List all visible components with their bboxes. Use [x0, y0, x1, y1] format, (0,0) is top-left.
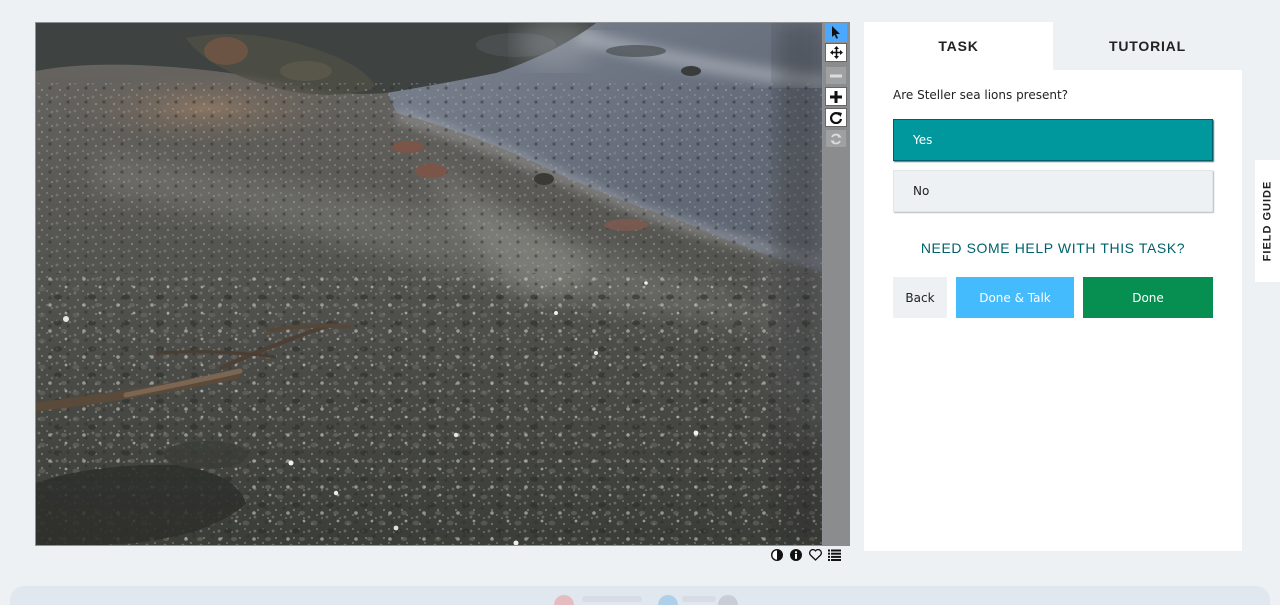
project-logo — [554, 595, 738, 605]
annotate-tool-button[interactable] — [825, 23, 847, 42]
answer-label: No — [913, 184, 930, 198]
subject-meta-bar — [770, 548, 841, 562]
answer-no-button[interactable]: No — [893, 170, 1213, 212]
subject-image[interactable] — [36, 23, 823, 546]
help-link[interactable]: NEED SOME HELP WITH THIS TASK? — [864, 240, 1242, 256]
rotate-icon — [830, 111, 842, 124]
tab-task[interactable]: TASK — [864, 22, 1053, 70]
pointer-icon — [832, 26, 840, 39]
field-guide-label: FIELD GUIDE — [1261, 180, 1274, 262]
reset-tool-button[interactable] — [825, 129, 847, 148]
zoom-out-tool-button[interactable] — [825, 66, 847, 85]
rotate-tool-button[interactable] — [825, 108, 847, 127]
collections-icon[interactable] — [827, 548, 841, 562]
favorite-icon[interactable] — [808, 548, 822, 562]
answer-label: Yes — [913, 133, 933, 147]
done-button[interactable]: Done — [1083, 277, 1213, 318]
tab-tutorial[interactable]: TUTORIAL — [1053, 22, 1242, 70]
zoom-in-tool-button[interactable] — [825, 87, 847, 106]
field-guide-button[interactable]: FIELD GUIDE — [1255, 160, 1280, 282]
reset-icon — [830, 133, 842, 144]
task-tabs: TASK TUTORIAL — [864, 22, 1242, 70]
zoom-out-icon — [830, 74, 842, 77]
task-panel: TASK TUTORIAL Are Steller sea lions pres… — [864, 22, 1242, 551]
move-tool-button[interactable] — [825, 43, 847, 62]
back-button[interactable]: Back — [893, 277, 947, 318]
footer-strip — [10, 586, 1270, 605]
move-icon — [829, 46, 843, 59]
done-and-talk-button[interactable]: Done & Talk — [956, 277, 1074, 318]
answer-yes-button[interactable]: Yes — [893, 119, 1213, 161]
zoom-in-icon — [830, 90, 842, 103]
subject-viewer[interactable] — [35, 22, 823, 546]
info-icon[interactable] — [789, 548, 803, 562]
task-question: Are Steller sea lions present? — [893, 88, 1069, 102]
invert-icon[interactable] — [770, 548, 784, 562]
viewer-toolbar — [823, 22, 850, 546]
